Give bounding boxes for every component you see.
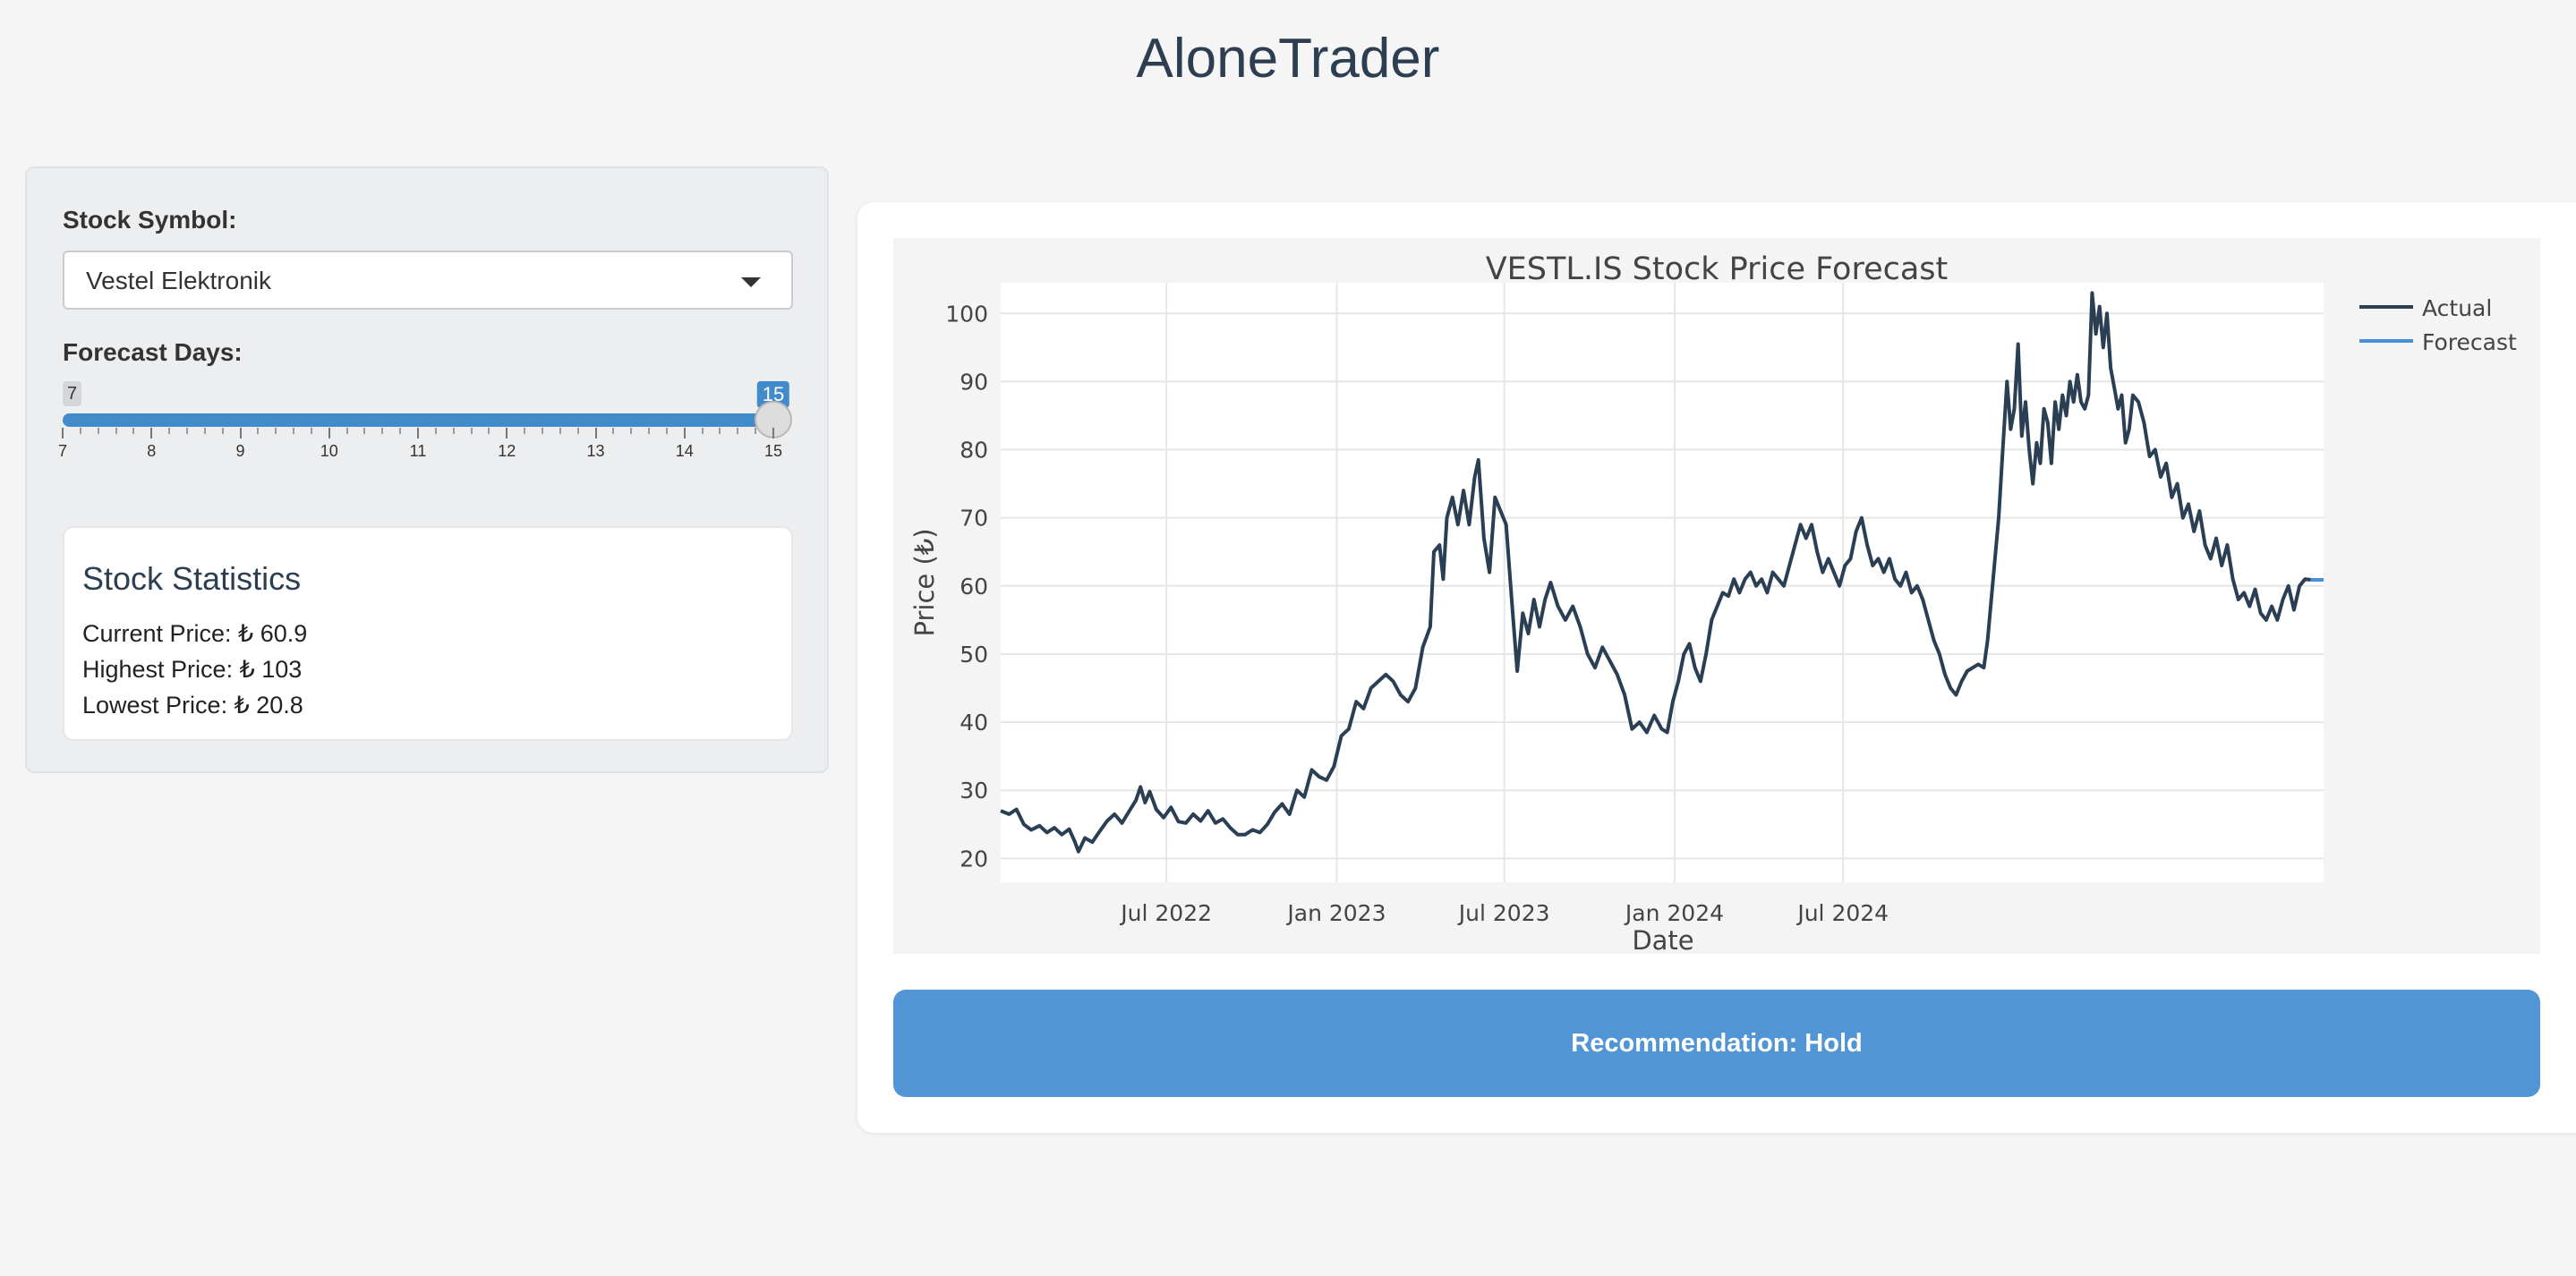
slider-minor-tick xyxy=(559,428,561,434)
slider-tick xyxy=(683,428,686,438)
slider-minor-tick xyxy=(488,428,490,434)
slider-minor-tick xyxy=(97,428,99,434)
slider-minor-tick xyxy=(737,428,739,434)
slider-minor-tick xyxy=(79,428,81,434)
slider-tick xyxy=(328,428,330,438)
slider-minor-tick xyxy=(275,428,277,434)
slider-minor-tick xyxy=(576,428,579,434)
slider-minor-tick xyxy=(434,428,437,434)
y-tick-label: 90 xyxy=(960,369,988,395)
slider-tick xyxy=(417,428,419,438)
slider-minor-tick xyxy=(541,428,543,434)
legend-forecast-label[interactable]: Forecast xyxy=(2422,329,2517,355)
slider-tick-label: 7 xyxy=(57,442,68,460)
slider-tick-label: 15 xyxy=(763,442,783,460)
y-tick-label: 80 xyxy=(960,438,988,464)
x-tick-label: Jul 2023 xyxy=(1457,900,1550,926)
slider-minor-tick xyxy=(755,428,757,434)
y-tick-label: 60 xyxy=(960,574,988,600)
slider-tick xyxy=(772,428,774,438)
slider-minor-tick xyxy=(524,428,526,434)
sidebar-panel: Stock Symbol: Vestel Elektronik Forecast… xyxy=(25,166,829,773)
stats-title: Stock Statistics xyxy=(82,560,302,597)
highest-price: Highest Price: ₺ 103 xyxy=(82,656,303,683)
slider-minor-tick xyxy=(310,428,312,434)
slider-minor-tick xyxy=(203,428,206,434)
x-tick-label: Jan 2023 xyxy=(1285,900,1386,926)
forecast-days-label: Forecast Days: xyxy=(63,338,243,366)
slider-tick-label: 8 xyxy=(147,442,157,460)
main-panel: 20 30 40 50 60 70 80 90 100 Jul 2022 Jan 2023 Jul … xyxy=(857,202,2576,1133)
slider-tick-label: 12 xyxy=(498,442,516,460)
slider-minor-tick xyxy=(381,428,384,434)
slider-minor-tick xyxy=(648,428,651,434)
slider-tick xyxy=(506,428,508,438)
stock-symbol-label: Stock Symbol: xyxy=(63,206,237,234)
slider-minor-tick xyxy=(630,428,633,434)
y-tick-label: 20 xyxy=(960,846,988,872)
slider-tick-label: 11 xyxy=(409,442,427,460)
slider-minor-tick xyxy=(470,428,473,434)
slider-tick xyxy=(62,428,64,438)
y-tick-label: 50 xyxy=(960,642,988,668)
slider-minor-tick xyxy=(363,428,366,434)
slider-min-badge: 7 xyxy=(63,381,82,406)
lowest-price: Lowest Price: ₺ 20.8 xyxy=(82,692,303,719)
chart-title: VESTL.IS Stock Price Forecast xyxy=(1486,251,1949,287)
stock-symbol-value: Vestel Elektronik xyxy=(86,267,271,294)
slider-track[interactable] xyxy=(63,413,773,427)
y-tick-label: 70 xyxy=(960,506,988,532)
stock-symbol-select[interactable]: Vestel Elektronik xyxy=(63,251,793,310)
slider-minor-tick xyxy=(701,428,704,434)
y-tick-label: 40 xyxy=(960,710,988,736)
slider-minor-tick xyxy=(132,428,135,434)
slider-tick-label: 9 xyxy=(235,442,245,460)
recommendation-button[interactable]: Recommendation: Hold xyxy=(893,990,2540,1097)
slider-minor-tick xyxy=(115,428,117,434)
slider-tick xyxy=(150,428,153,438)
slider-tick-label: 14 xyxy=(675,442,694,460)
y-tick-label: 100 xyxy=(945,301,988,327)
slider-minor-tick xyxy=(345,428,348,434)
slider-tick xyxy=(594,428,597,438)
slider-minor-tick xyxy=(257,428,260,434)
forecast-days-slider[interactable]: 7 15 7 8 9 10 11 12 13 14 15 xyxy=(58,381,793,462)
x-tick-label: Jul 2024 xyxy=(1796,900,1889,926)
slider-tick-label: 10 xyxy=(320,442,338,460)
current-price: Current Price: ₺ 60.9 xyxy=(82,620,308,647)
x-tick-label: Jul 2022 xyxy=(1119,900,1212,926)
legend-actual-label[interactable]: Actual xyxy=(2422,295,2492,321)
slider-minor-tick xyxy=(452,428,455,434)
chevron-down-icon xyxy=(741,277,761,287)
slider-minor-tick xyxy=(293,428,295,434)
slider-minor-tick xyxy=(719,428,721,434)
price-chart: 20 30 40 50 60 70 80 90 100 Jul 2022 Jan 2023 Jul … xyxy=(893,238,2540,954)
app-title: AloneTrader xyxy=(1136,28,1440,89)
stock-statistics-card: Stock Statistics Current Price: ₺ 60.9 H… xyxy=(63,526,793,741)
plot-area xyxy=(1001,283,2324,882)
y-axis-title: Price (₺) xyxy=(909,528,940,636)
slider-minor-tick xyxy=(665,428,668,434)
slider-minor-tick xyxy=(221,428,224,434)
x-axis-title: Date xyxy=(1632,925,1693,954)
slider-fill xyxy=(63,413,773,427)
slider-tick-label: 13 xyxy=(586,442,605,460)
slider-minor-tick xyxy=(612,428,615,434)
slider-minor-tick xyxy=(168,428,171,434)
y-tick-label: 30 xyxy=(960,778,988,804)
slider-minor-tick xyxy=(185,428,188,434)
slider-minor-tick xyxy=(399,428,402,434)
slider-tick xyxy=(239,428,242,438)
x-tick-label: Jan 2024 xyxy=(1624,900,1724,926)
